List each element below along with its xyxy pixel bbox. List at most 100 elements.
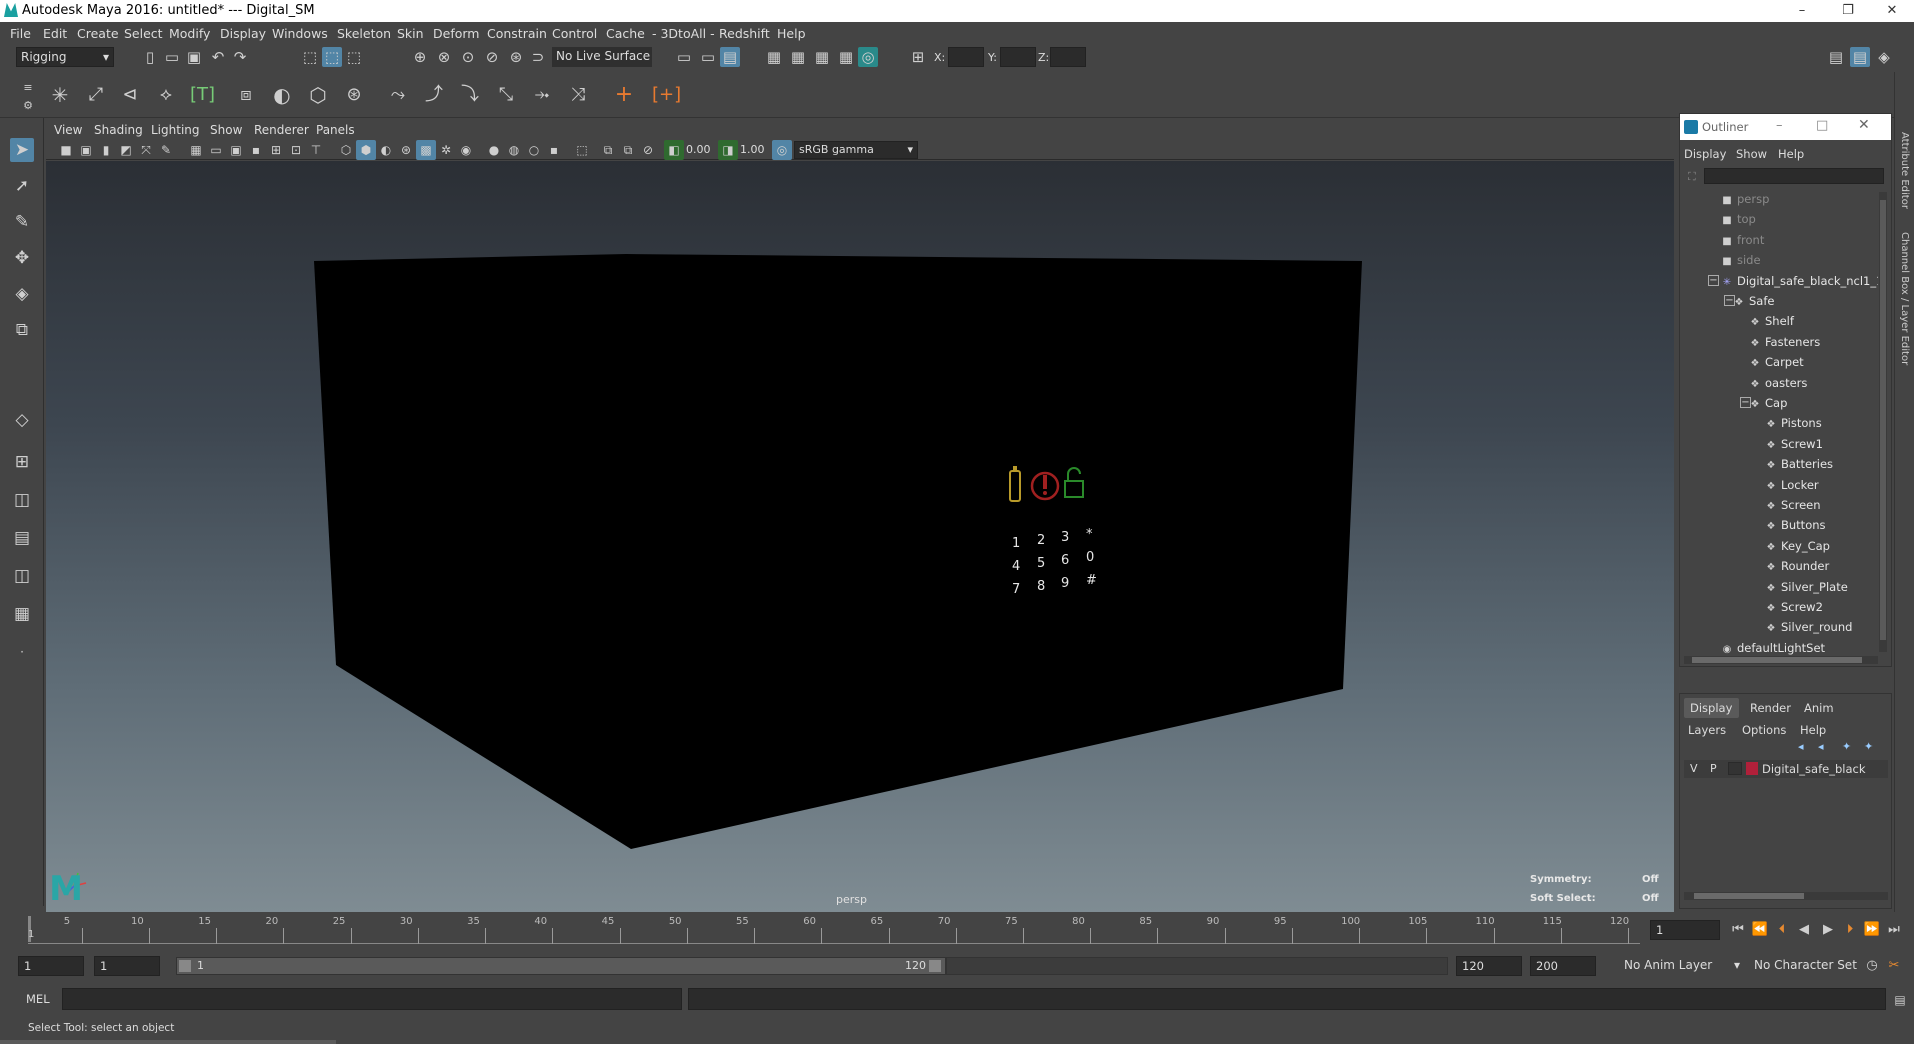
color-management-icon[interactable]: ◎ — [772, 140, 792, 160]
xform-mode-icon[interactable]: ⊞ — [908, 47, 928, 67]
outliner-item[interactable]: ❖ Silver_Plate — [1764, 578, 1848, 596]
outliner-item[interactable]: ❖ Shelf — [1748, 312, 1794, 330]
select-tool-icon[interactable]: ➤ — [10, 138, 34, 162]
live-surface-field[interactable]: No Live Surface — [552, 47, 652, 67]
new-layer-selected-icon[interactable]: ✦ — [1864, 740, 1873, 753]
panel-menu-show[interactable]: Show — [210, 123, 242, 137]
outliner-menu-display[interactable]: Display — [1684, 147, 1726, 161]
outliner-item[interactable]: ❖ Carpet — [1748, 353, 1804, 371]
cluster-icon[interactable]: ⊛ — [344, 85, 364, 105]
outliner-item[interactable]: ✳ Digital_safe_black_ncl1_1 — [1720, 272, 1878, 290]
new-scene-icon[interactable]: ▯ — [140, 47, 160, 67]
render-settings-icon[interactable]: ▦ — [836, 47, 856, 67]
panel-menu-renderer[interactable]: Renderer — [254, 123, 309, 137]
lattice-icon[interactable]: ⬡ — [308, 85, 328, 105]
menu-deform[interactable]: Deform — [433, 26, 479, 41]
time-ruler[interactable]: 1 5 10 15 20 25 30 35 40 45 50 55 60 65 70 75 80 85 90 95 1… — [28, 916, 1640, 944]
snap-curve-icon[interactable]: ⊗ — [434, 47, 454, 67]
command-input[interactable] — [62, 988, 682, 1010]
xray-icon[interactable]: ⬚ — [572, 140, 592, 160]
panel-menu-view[interactable]: View — [54, 123, 82, 137]
shadows-icon[interactable]: ✲ — [436, 140, 456, 160]
channel-box-tab[interactable]: Channel Box / Layer Editor — [1899, 232, 1910, 365]
tab-anim[interactable]: Anim — [1804, 701, 1834, 715]
input-ops-icon[interactable]: ▭ — [674, 47, 694, 67]
multisample-aa-icon[interactable]: ◍ — [504, 140, 524, 160]
select-hierarchy-icon[interactable]: ⬚ — [300, 47, 320, 67]
pole-vector-icon[interactable]: ⤨ — [568, 85, 588, 105]
construction-history-icon[interactable]: ▤ — [720, 47, 740, 67]
script-editor-icon[interactable]: ▤ — [1890, 990, 1910, 1010]
range-start-handle[interactable] — [179, 960, 191, 972]
anim-layer-dropdown[interactable]: No Anim Layer ▾ — [1620, 956, 1744, 976]
outliner-item[interactable]: ■ front — [1720, 231, 1764, 249]
outliner-menu-show[interactable]: Show — [1736, 147, 1767, 161]
expand-collapse-toggle[interactable]: − — [1740, 397, 1751, 408]
range-slider-bar[interactable]: 1 120 — [176, 957, 946, 975]
paint-weights-icon[interactable]: ◐ — [272, 85, 292, 105]
output-ops-icon[interactable]: ▭ — [698, 47, 718, 67]
layers-menu-help[interactable]: Help — [1800, 723, 1826, 737]
safe-title-icon[interactable]: ⊤ — [306, 140, 326, 160]
menu-constrain[interactable]: Constrain — [487, 26, 547, 41]
menu-file[interactable]: File — [10, 26, 31, 41]
save-scene-icon[interactable]: ▣ — [184, 47, 204, 67]
outliner-close-button[interactable]: ✕ — [1858, 117, 1870, 133]
xray-joints-icon[interactable]: ⧉ — [598, 140, 618, 160]
bind-skin-icon[interactable]: ⧈ — [236, 85, 256, 105]
exposure-icon[interactable]: ◧ — [664, 140, 684, 160]
wireframe-icon[interactable]: ⬡ — [336, 140, 356, 160]
menu-skeleton[interactable]: Skeleton — [337, 26, 391, 41]
play-forward-icon[interactable]: ▶ — [1818, 920, 1838, 940]
panel-menu-shading[interactable]: Shading — [94, 123, 143, 137]
layer-name[interactable]: Digital_safe_black — [1762, 762, 1865, 776]
minimize-button[interactable]: – — [1780, 0, 1824, 22]
outliner-hscrollbar[interactable] — [1684, 656, 1878, 664]
more-layouts-icon[interactable]: · — [10, 640, 34, 664]
playback-start-field[interactable]: 1 — [94, 956, 160, 976]
wireframe-on-shaded-icon[interactable]: ◐ — [376, 140, 396, 160]
outliner-item[interactable]: ■ persp — [1720, 190, 1769, 208]
outliner-layout-icon[interactable]: ▤ — [10, 526, 34, 550]
layer-playback-toggle[interactable]: P — [1710, 762, 1717, 775]
cluster-handle-icon[interactable]: [+] — [652, 85, 681, 105]
y-coordinate-field[interactable] — [1000, 47, 1036, 67]
outliner-menu-help[interactable]: Help — [1778, 147, 1804, 161]
point-constraint-icon[interactable]: ⤴ — [424, 85, 444, 105]
view-transform-dropdown[interactable]: sRGB gamma ▾ — [794, 141, 918, 159]
shelf-settings-icon[interactable]: ⚙ — [18, 96, 38, 116]
outliner-vscroll-thumb[interactable] — [1880, 200, 1886, 640]
animation-start-field[interactable]: 1 — [18, 956, 84, 976]
orient-constraint-icon[interactable]: ⤵ — [460, 85, 480, 105]
move-layer-up-icon[interactable]: ◂ — [1798, 740, 1804, 753]
new-layer-icon[interactable]: ✦ — [1842, 740, 1851, 753]
render-current-icon[interactable]: ▦ — [788, 47, 808, 67]
auto-key-icon[interactable]: ◷ — [1862, 956, 1882, 976]
orient-joint-icon[interactable]: [T] — [190, 85, 215, 105]
outliner-item[interactable]: ❖ Silver_round — [1764, 618, 1853, 636]
outliner-item[interactable]: ❖ Screen — [1764, 496, 1821, 514]
layers-menu-options[interactable]: Options — [1742, 723, 1786, 737]
z-coordinate-field[interactable] — [1050, 47, 1086, 67]
panel-menu-panels[interactable]: Panels — [316, 123, 355, 137]
depth-of-field-icon[interactable]: ○ — [524, 140, 544, 160]
parent-constraint-icon[interactable]: ⤳ — [388, 85, 408, 105]
undo-icon[interactable]: ↶ — [208, 47, 228, 67]
time-slider[interactable]: 1 5 10 15 20 25 30 35 40 45 50 55 60 65 70 75 80 85 90 95 1… — [0, 912, 1914, 948]
playback-end-field[interactable]: 120 — [1456, 956, 1522, 976]
move-layer-down-icon[interactable]: ◂ — [1818, 740, 1824, 753]
layer-display-type-toggle[interactable] — [1728, 762, 1742, 775]
menu-help[interactable]: Help — [777, 26, 806, 41]
screen-space-ao-icon[interactable]: ◉ — [456, 140, 476, 160]
scale-tool-icon[interactable]: ⧉ — [10, 318, 34, 342]
menu-edit[interactable]: Edit — [43, 26, 67, 41]
joint-tool-icon[interactable]: ✳ — [50, 85, 70, 105]
panel-menu-lighting[interactable]: Lighting — [151, 123, 200, 137]
range-end-handle[interactable] — [929, 960, 941, 972]
select-component-icon[interactable]: ⬚ — [344, 47, 364, 67]
open-scene-icon[interactable]: ▭ — [162, 47, 182, 67]
tool-settings-icon[interactable]: ◈ — [1874, 47, 1894, 67]
menu-skin[interactable]: Skin — [397, 26, 424, 41]
snap-point-icon[interactable]: ⊙ — [458, 47, 478, 67]
safe-model[interactable]: 1 2 3 * 4 5 6 0 7 8 9 # — [46, 161, 1674, 912]
